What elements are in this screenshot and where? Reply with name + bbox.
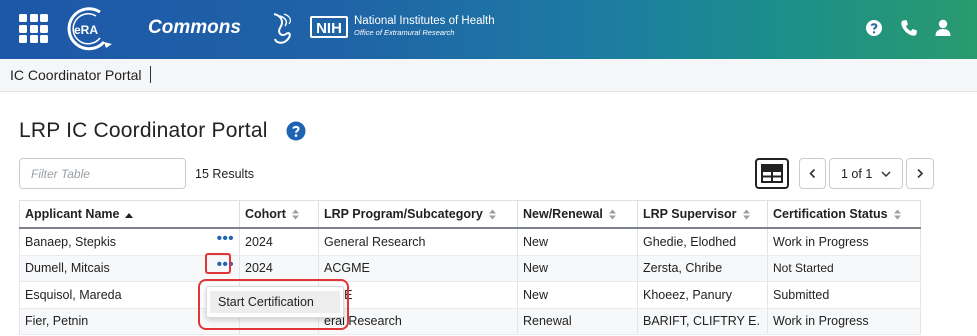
sort-ascending-icon [125, 212, 134, 218]
table-row: Banaep, Stepkis ••• 2024 General Research… [19, 228, 921, 256]
page-select[interactable]: 1 of 1 [829, 158, 903, 189]
program-cell: GME [318, 281, 518, 309]
applicant-cell: Dumell, Mitcais ••• [19, 255, 240, 282]
menu-item-start-certification[interactable]: Start Certification [210, 291, 340, 313]
sort-icon [893, 209, 901, 220]
apps-grid-icon[interactable] [19, 14, 48, 43]
row-actions-button[interactable]: ••• [217, 257, 234, 272]
chevron-left-icon [809, 168, 816, 179]
filter-table-input[interactable] [19, 158, 186, 189]
results-count: 15 Results [195, 167, 255, 181]
page-title: LRP IC Coordinator Portal [19, 119, 268, 142]
table-row: Fier, Petnin eral Research Renewal BARIF… [19, 308, 921, 335]
cohort-cell: 2024 [239, 255, 319, 282]
nih-wordmark: National Institutes of Health Office of … [354, 15, 495, 38]
new-renewal-cell: New [517, 281, 638, 309]
supervisor-cell: Zersta, Chribe [637, 255, 768, 282]
portal-breadcrumb-bar: IC Coordinator Portal [0, 59, 977, 92]
supervisor-cell: BARIFT, CLIFTRY E. [637, 308, 768, 335]
column-header-new-renewal[interactable]: New/Renewal [517, 200, 638, 229]
supervisor-cell: Ghedie, Elodhed [637, 228, 768, 256]
column-label: LRP Supervisor [643, 207, 737, 221]
applicant-name[interactable]: Dumell, Mitcais [25, 261, 110, 275]
table-view-button[interactable] [755, 158, 789, 189]
column-label: New/Renewal [523, 207, 603, 221]
column-label: Applicant Name [25, 207, 120, 221]
column-header-cohort[interactable]: Cohort [239, 200, 319, 229]
column-header-applicant-name[interactable]: Applicant Name [19, 200, 240, 229]
program-cell: eral Research [318, 308, 518, 335]
nih-line2: Office of Extramural Research [354, 28, 455, 37]
hhs-eagle-icon [273, 13, 291, 44]
sort-icon [488, 209, 496, 220]
table-grid-icon [761, 164, 783, 183]
column-header-lrp-supervisor[interactable]: LRP Supervisor [637, 200, 768, 229]
row-actions-menu: Start Certification [206, 286, 344, 318]
program-cell: ACGME [318, 255, 518, 282]
app-name: Commons [148, 17, 241, 38]
previous-page-button[interactable] [799, 158, 826, 189]
sort-icon [608, 209, 616, 220]
era-logo[interactable]: eRA [60, 6, 118, 52]
sort-icon [742, 209, 750, 220]
column-label: Certification Status [773, 207, 888, 221]
next-page-button[interactable] [906, 158, 934, 189]
applicant-name[interactable]: Fier, Petnin [25, 314, 88, 328]
table-header-row: Applicant Name Cohort LRP Program/Subcat… [19, 200, 921, 229]
column-header-lrp-program[interactable]: LRP Program/Subcategory [318, 200, 518, 229]
phone-icon[interactable] [899, 18, 919, 38]
applicant-name[interactable]: Esquisol, Mareda [25, 288, 122, 302]
column-header-certification-status[interactable]: Certification Status [767, 200, 921, 229]
nih-line1: National Institutes of Health [354, 15, 495, 27]
applicants-table: Applicant Name Cohort LRP Program/Subcat… [19, 200, 921, 335]
status-cell: Work in Progress [767, 308, 921, 335]
status-cell: Not Started [767, 255, 921, 282]
applicant-cell: Banaep, Stepkis ••• [19, 228, 240, 256]
status-cell: Submitted [767, 281, 921, 309]
column-label: LRP Program/Subcategory [324, 207, 483, 221]
sort-icon [291, 209, 299, 220]
portal-label[interactable]: IC Coordinator Portal [10, 67, 142, 83]
cohort-cell: 2024 [239, 228, 319, 256]
top-header: eRA Commons NIH National Institutes of H… [0, 0, 977, 59]
table-row: Dumell, Mitcais ••• 2024 ACGME New Zersta… [19, 255, 921, 282]
supervisor-cell: Khoeez, Panury [637, 281, 768, 309]
table-row: Esquisol, Mareda GME New Khoeez, Panury … [19, 281, 921, 309]
applicant-name[interactable]: Banaep, Stepkis [25, 235, 116, 249]
page-select-value: 1 of 1 [841, 167, 873, 181]
era-logo-text: eRA [74, 23, 98, 37]
status-cell: Work in Progress [767, 228, 921, 256]
new-renewal-cell: Renewal [517, 308, 638, 335]
program-cell: General Research [318, 228, 518, 256]
help-icon[interactable] [286, 121, 306, 141]
new-renewal-cell: New [517, 255, 638, 282]
user-icon[interactable] [933, 18, 953, 38]
new-renewal-cell: New [517, 228, 638, 256]
chevron-down-icon [881, 171, 891, 178]
column-label: Cohort [245, 207, 286, 221]
chevron-right-icon [917, 168, 924, 179]
help-icon[interactable] [864, 18, 884, 38]
nih-badge: NIH [310, 16, 348, 38]
text-cursor [150, 66, 151, 83]
row-actions-button[interactable]: ••• [217, 231, 234, 246]
